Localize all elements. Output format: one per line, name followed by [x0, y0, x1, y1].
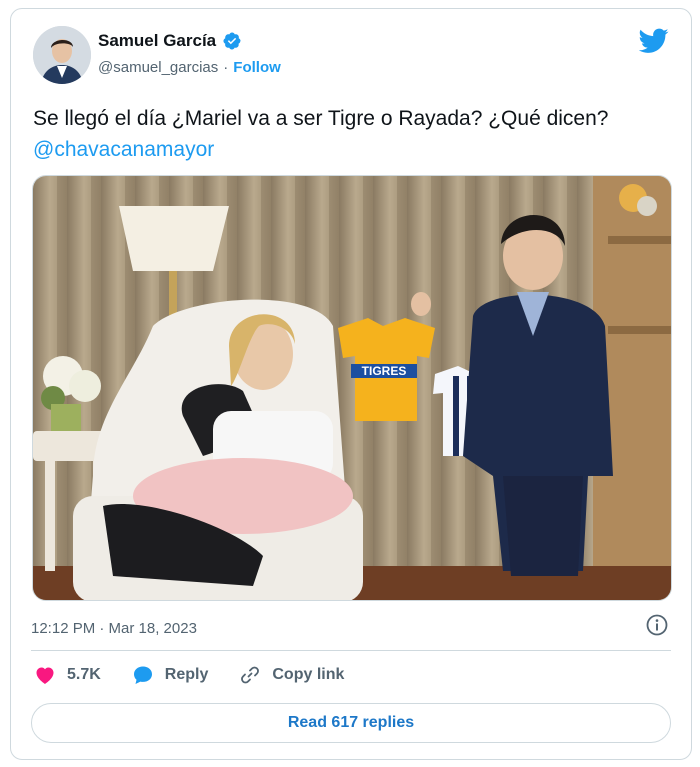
action-bar: 5.7K Reply Copy link: [33, 663, 374, 687]
copy-link-label: Copy link: [272, 666, 345, 683]
tweet-card: Samuel García @samuel_garcias · Follow S…: [10, 8, 692, 760]
tweet-timestamp[interactable]: 12:12 PM · Mar 18, 2023: [31, 620, 197, 637]
like-button[interactable]: 5.7K: [33, 663, 101, 687]
divider: [31, 650, 671, 651]
heart-icon: [36, 667, 54, 684]
tweet-photo[interactable]: TIGRES: [32, 175, 672, 601]
copy-link-button[interactable]: Copy link: [238, 663, 344, 687]
follow-button[interactable]: Follow: [233, 59, 281, 76]
mention-link[interactable]: @chavacanamayor: [33, 138, 214, 161]
twitter-bird-icon[interactable]: [639, 28, 669, 54]
tweet-text: Se llegó el día ¿Mariel va a ser Tigre o…: [33, 103, 643, 165]
author-name-row: Samuel García: [98, 31, 242, 51]
tweet-body: Se llegó el día ¿Mariel va a ser Tigre o…: [33, 107, 609, 130]
handle-separator: ·: [223, 59, 229, 76]
link-icon: [241, 666, 260, 684]
author-name[interactable]: Samuel García: [98, 31, 216, 51]
reply-bubble-icon: [133, 666, 152, 684]
author-handle-row: @samuel_garcias · Follow: [98, 59, 281, 76]
info-icon[interactable]: [645, 613, 669, 637]
read-replies-label: Read 617 replies: [287, 714, 415, 731]
avatar[interactable]: [33, 26, 91, 84]
reply-label: Reply: [164, 666, 209, 683]
read-replies-button[interactable]: Read 617 replies: [31, 703, 671, 743]
author-handle[interactable]: @samuel_garcias: [98, 59, 218, 76]
like-count: 5.7K: [67, 666, 101, 683]
jersey-text: TIGRES: [362, 364, 407, 378]
verified-badge-icon: [223, 32, 241, 50]
reply-button[interactable]: Reply: [131, 663, 209, 687]
